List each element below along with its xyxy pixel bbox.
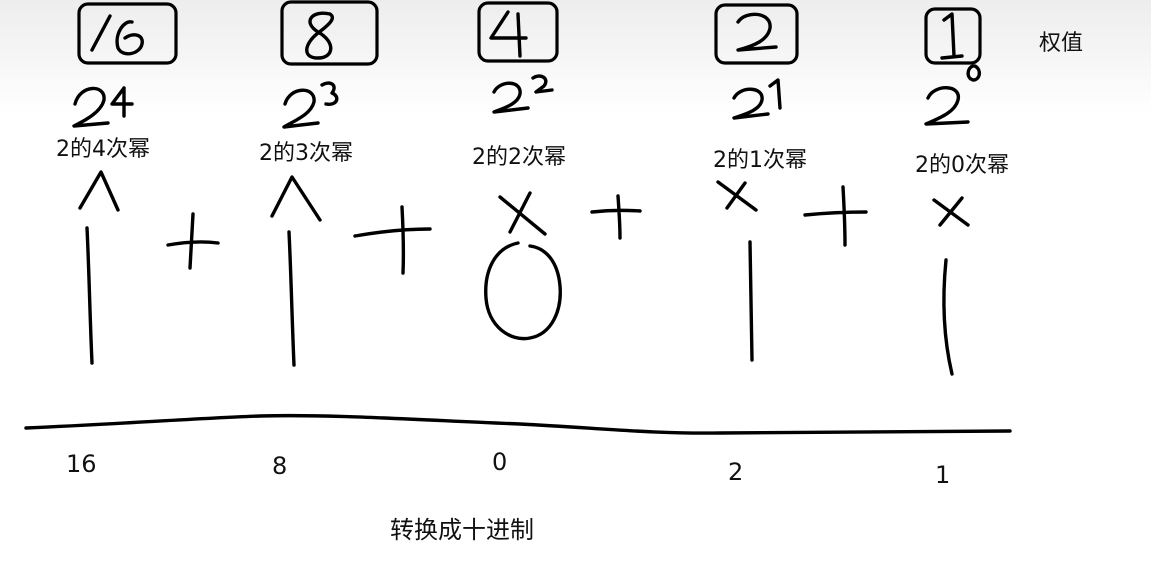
weight-digits-3 xyxy=(489,10,528,58)
power-label-3: 2的2次幂 xyxy=(472,145,566,170)
weight-label: 权值 xyxy=(1039,31,1084,56)
multiply-mark-3 xyxy=(498,191,547,236)
plus-sign-4 xyxy=(803,185,868,247)
column-3 xyxy=(477,1,562,341)
decimal-value-1: 16 xyxy=(66,450,97,478)
decimal-value-5: 1 xyxy=(935,461,951,489)
power-notation-4 xyxy=(732,78,782,120)
sum-underline xyxy=(24,413,1012,435)
bit-one-stroke-1 xyxy=(85,226,94,365)
column-5 xyxy=(924,7,982,376)
power-label-5: 2的0次幂 xyxy=(915,153,1009,178)
column-1 xyxy=(72,2,178,365)
bit-one-stroke-5 xyxy=(942,258,954,376)
power-notation-3 xyxy=(492,74,554,114)
power-label-2: 2的3次幂 xyxy=(259,141,353,166)
plus-sign-3 xyxy=(590,194,642,240)
column-4 xyxy=(714,3,799,362)
power-notation-2 xyxy=(282,81,339,129)
weight-digits-5 xyxy=(940,12,964,60)
decimal-value-2: 8 xyxy=(272,452,288,480)
power-label-4: 2的1次幂 xyxy=(713,148,807,173)
column-2 xyxy=(270,0,379,367)
multiply-mark-2 xyxy=(270,175,322,222)
multiply-mark-4 xyxy=(716,180,758,212)
weight-digits-2 xyxy=(305,11,335,60)
bit-zero-stroke-3 xyxy=(484,241,562,341)
decimal-value-3: 0 xyxy=(492,448,508,476)
binary-to-decimal-diagram: 权值 2的4次幂 2的3次幂 2的2次幂 2的1次幂 2的0次幂 16 8 0 … xyxy=(0,0,1151,573)
decimal-value-4: 2 xyxy=(728,458,744,486)
multiply-mark-1 xyxy=(78,170,120,212)
conversion-caption: 转换成十进制 xyxy=(390,516,534,544)
plus-sign-1 xyxy=(166,212,220,270)
weight-digits-4 xyxy=(736,12,778,52)
handwritten-ink-layer xyxy=(24,0,1012,435)
bit-one-stroke-2 xyxy=(287,230,296,367)
power-notation-1 xyxy=(72,86,134,128)
bit-one-stroke-4 xyxy=(748,240,754,362)
weight-digits-1 xyxy=(90,14,144,56)
plus-sign-2 xyxy=(353,205,432,275)
multiply-mark-5 xyxy=(932,196,970,227)
power-label-1: 2的4次幂 xyxy=(56,137,150,162)
power-notation-5 xyxy=(924,64,981,126)
